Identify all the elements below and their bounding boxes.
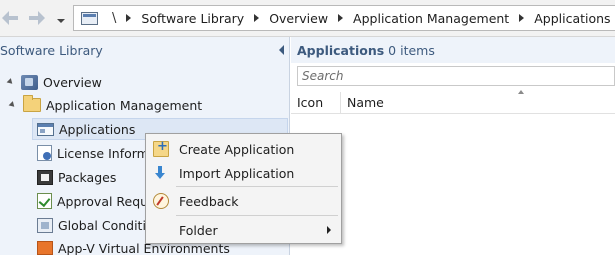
create-application-icon	[153, 139, 169, 157]
console-icon	[81, 11, 98, 25]
breadcrumb-item[interactable]: Application Management	[353, 6, 509, 30]
tree-item-label: Packages	[58, 169, 117, 185]
tree-item-application-management[interactable]: Application Management	[8, 94, 203, 116]
content-header: Applications 0 items	[291, 37, 615, 63]
tree-item-global-conditions[interactable]: Global Condition	[37, 214, 162, 236]
overview-icon	[21, 74, 38, 90]
approval-icon	[37, 193, 52, 209]
application-icon	[37, 122, 54, 136]
menu-item-import-application[interactable]: Import Application	[147, 161, 341, 185]
feedback-icon	[153, 193, 169, 209]
tree-item-label: Application Management	[46, 97, 203, 113]
breadcrumb-label: Application Management	[353, 10, 510, 26]
breadcrumb-label: Software Library	[141, 10, 245, 26]
address-bar[interactable]: \ Software Library Overview Application …	[73, 5, 615, 31]
menu-item-label: Feedback	[179, 193, 239, 209]
breadcrumb-item[interactable]: Applications	[534, 6, 610, 30]
content-title-text: Applications	[297, 42, 385, 58]
collapse-pane-icon[interactable]	[279, 45, 284, 55]
menu-item-label: Import Application	[179, 165, 295, 181]
tree-item-overview[interactable]: Overview	[6, 71, 102, 93]
chevron-right-icon	[327, 226, 331, 234]
license-icon	[37, 145, 52, 161]
tree-item-license-information[interactable]: License Informat	[37, 142, 161, 164]
menu-item-label: Create Application	[179, 141, 295, 157]
back-arrow-icon	[2, 11, 18, 25]
import-application-icon	[153, 165, 169, 181]
tree-item-label: Overview	[43, 74, 102, 90]
global-condition-icon	[37, 217, 53, 233]
breadcrumb-separator-icon[interactable]	[338, 14, 344, 22]
context-menu: Create Application Import Application Fe…	[145, 133, 342, 244]
breadcrumb-separator-icon[interactable]	[519, 14, 525, 22]
pane-title: Software Library	[0, 42, 103, 58]
tree-item-label: Applications	[59, 121, 136, 137]
breadcrumb-label: Overview	[269, 10, 329, 26]
expand-icon[interactable]	[6, 78, 15, 86]
menu-item-create-application[interactable]: Create Application	[147, 137, 341, 161]
column-headers: Icon Name	[291, 91, 615, 114]
breadcrumb-label: Applications	[534, 10, 611, 26]
content-title: Applications	[297, 43, 384, 58]
tree-item-approval-requests[interactable]: Approval Reques	[37, 190, 162, 212]
breadcrumb-item[interactable]: Overview	[269, 6, 328, 30]
menu-separator	[176, 186, 338, 187]
appv-icon	[37, 241, 53, 255]
forward-button[interactable]	[27, 7, 47, 29]
pane-header: Software Library	[0, 37, 290, 63]
tree-item-packages[interactable]: Packages	[37, 166, 116, 188]
breadcrumb-separator-icon[interactable]	[254, 14, 260, 22]
search-box[interactable]	[297, 66, 615, 86]
menu-item-folder[interactable]: Folder	[147, 218, 341, 242]
item-count: 0 items	[388, 42, 435, 58]
back-button[interactable]	[0, 7, 20, 29]
column-header-icon[interactable]: Icon	[291, 91, 341, 114]
breadcrumb-item[interactable]: Software Library	[141, 6, 244, 30]
chevron-down-icon	[57, 19, 65, 23]
breadcrumb-separator-icon[interactable]	[126, 14, 132, 22]
forward-arrow-icon	[29, 11, 45, 25]
package-icon	[37, 169, 53, 185]
menu-item-label: Folder	[179, 222, 218, 238]
column-header-name[interactable]: Name	[341, 92, 615, 114]
navigation-bar: \ Software Library Overview Application …	[0, 0, 615, 37]
folder-icon	[23, 95, 41, 112]
search-input[interactable]	[302, 69, 614, 83]
history-dropdown[interactable]	[56, 14, 66, 23]
menu-item-feedback[interactable]: Feedback	[147, 189, 341, 213]
expand-icon[interactable]	[8, 101, 17, 109]
breadcrumb-root[interactable]: \	[112, 11, 116, 26]
menu-separator	[176, 215, 338, 216]
